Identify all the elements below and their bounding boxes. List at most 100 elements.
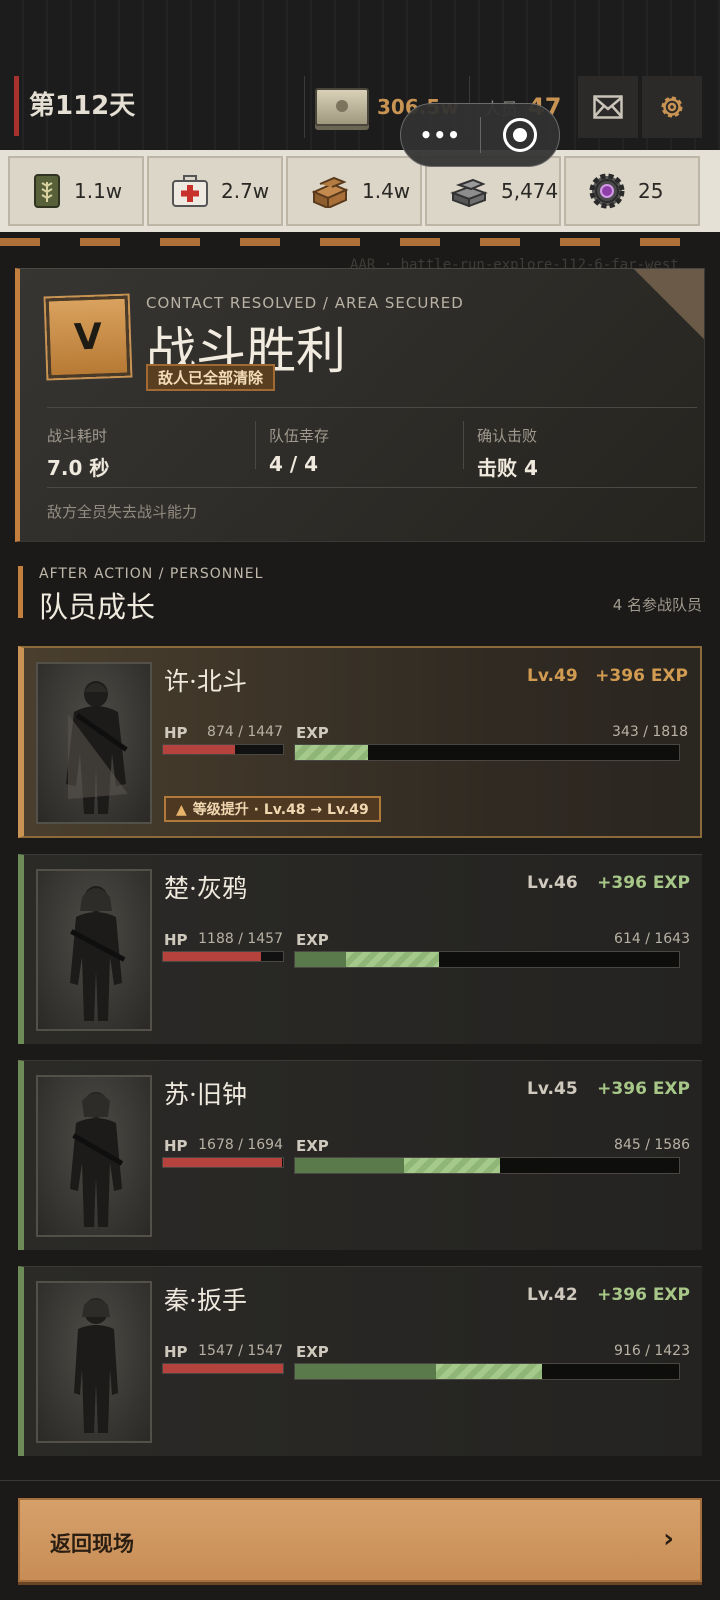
settings-button[interactable] <box>642 76 702 138</box>
wood-planks-icon <box>311 176 349 208</box>
character-name: 许·北斗 <box>164 667 247 696</box>
character-name: 秦·扳手 <box>164 1286 247 1315</box>
hp-value: 1547 / 1547 <box>198 1343 283 1359</box>
more-button[interactable]: ••• <box>401 123 480 147</box>
hp-fill <box>163 1158 282 1167</box>
hp-bar <box>162 1363 284 1374</box>
exp-value: 916 / 1423 <box>614 1343 690 1359</box>
dash-divider <box>0 238 720 246</box>
mini-program-capsule: ••• <box>400 103 560 167</box>
stat-label: 战斗耗时 <box>47 427 108 445</box>
gear-icon <box>661 96 683 118</box>
character-portrait <box>36 662 152 824</box>
grain-can-icon <box>34 174 60 208</box>
resource-medicine-value: 2.7w <box>221 179 270 203</box>
exp-fill <box>295 745 368 760</box>
resource-food[interactable]: 1.1w <box>8 156 144 226</box>
resource-core[interactable]: 25 <box>564 156 700 226</box>
exp-fill <box>295 1364 543 1379</box>
exp-label: EXP <box>296 1137 329 1155</box>
exp-value: 614 / 1643 <box>614 931 690 947</box>
character-portrait <box>36 1281 152 1443</box>
exp-label: EXP <box>296 1343 329 1361</box>
exp-value: 343 / 1818 <box>612 724 688 740</box>
panel-corner-decoration <box>634 269 704 339</box>
resource-wood[interactable]: 1.4w <box>286 156 422 226</box>
exp-gain-segment <box>403 1158 500 1173</box>
exp-value: 845 / 1586 <box>614 1137 690 1153</box>
victory-tag: 敌人已全部清除 <box>146 364 276 391</box>
mail-icon <box>593 95 623 119</box>
victory-panel: V CONTACT RESOLVED / AREA SECURED 战斗胜利 敌… <box>15 268 705 542</box>
exp-gain-segment <box>435 1364 543 1379</box>
top-bar: 第112天 306.5w 人员 47 <box>0 0 720 150</box>
hp-bar <box>162 1157 284 1168</box>
mail-button[interactable] <box>578 76 638 138</box>
character-name: 苏·旧钟 <box>164 1080 247 1109</box>
level-up-arrow-icon: ▲ <box>176 802 187 818</box>
stat-kills: 确认击败 击败 4 <box>477 425 538 481</box>
exp-gain: +396 EXP <box>597 1079 690 1099</box>
stat-separator <box>463 421 464 469</box>
exp-bar <box>294 951 680 968</box>
return-button[interactable]: 返回现场 › <box>18 1498 702 1582</box>
section-title: 队员成长 <box>39 590 156 624</box>
character-level: Lv.46 <box>527 873 578 893</box>
level-up-text: 等级提升 · Lv.48 → Lv.49 <box>192 802 369 818</box>
exp-gain: +396 EXP <box>595 666 688 686</box>
exp-gain: +396 EXP <box>597 873 690 893</box>
squad-card[interactable]: 苏·旧钟 Lv.45 +396 EXP HP 1678 / 1694 EXP 8… <box>18 1060 702 1250</box>
victory-subtitle: CONTACT RESOLVED / AREA SECURED <box>146 294 464 312</box>
character-level: Lv.45 <box>527 1079 578 1099</box>
stat-separator <box>255 421 256 469</box>
level-up-banner: ▲ 等级提升 · Lv.48 → Lv.49 <box>164 796 381 822</box>
stat-label: 确认击败 <box>477 427 538 445</box>
stat-value: 击败 4 <box>477 456 538 480</box>
squad-count: 4 名参战队员 <box>612 596 702 614</box>
hp-bar <box>162 951 284 962</box>
exp-bar <box>294 1157 680 1174</box>
return-label: 返回现场 <box>50 1532 134 1556</box>
resource-wood-value: 1.4w <box>362 179 411 203</box>
cash-stack-icon <box>315 88 369 126</box>
stat-value: 7.0 秒 <box>47 456 110 480</box>
exp-gain-segment <box>295 745 368 760</box>
footer-divider <box>0 1480 720 1481</box>
hp-fill <box>163 952 261 961</box>
resource-core-value: 25 <box>638 179 664 203</box>
stats-divider-bottom <box>47 487 697 488</box>
character-portrait <box>36 869 152 1031</box>
exp-fill <box>295 1158 500 1173</box>
squad-card[interactable]: 楚·灰鸦 Lv.46 +396 EXP HP 1188 / 1457 EXP 6… <box>18 854 702 1044</box>
hp-value: 1188 / 1457 <box>198 931 283 947</box>
stat-survivors: 队伍幸存 4 / 4 <box>269 425 329 476</box>
day-counter: 第112天 <box>14 76 135 136</box>
exp-bar <box>294 744 680 761</box>
resource-medicine[interactable]: 2.7w <box>147 156 283 226</box>
record-circle-icon <box>502 118 537 152</box>
squad-card[interactable]: 秦·扳手 Lv.42 +396 EXP HP 1547 / 1547 EXP 9… <box>18 1266 702 1456</box>
gear-core-icon <box>589 173 625 209</box>
chevron-right-icon: › <box>663 1524 674 1554</box>
stat-label: 队伍幸存 <box>269 427 330 445</box>
hp-value: 874 / 1447 <box>207 724 283 740</box>
exp-bar <box>294 1363 680 1380</box>
steel-ingots-icon <box>450 178 488 207</box>
character-level: Lv.49 <box>527 666 578 686</box>
hp-bar <box>162 744 284 755</box>
resource-strip: 1.1w 2.7w 1.4w 5,474 25 <box>0 150 720 232</box>
exp-fill <box>295 952 439 967</box>
hp-value: 1678 / 1694 <box>198 1137 283 1153</box>
close-button[interactable] <box>481 118 560 152</box>
exp-label: EXP <box>296 724 329 742</box>
character-portrait <box>36 1075 152 1237</box>
stat-value: 4 / 4 <box>269 452 319 476</box>
resource-food-value: 1.1w <box>74 179 123 203</box>
character-level: Lv.42 <box>527 1285 578 1305</box>
section-subtitle: AFTER ACTION / PERSONNEL <box>39 566 264 582</box>
victory-note: 敌方全员失去战斗能力 <box>47 503 198 521</box>
victory-badge: V <box>45 295 131 379</box>
squad-card[interactable]: 许·北斗 Lv.49 +396 EXP HP 874 / 1447 EXP 34… <box>18 646 702 838</box>
character-name: 楚·灰鸦 <box>164 874 247 903</box>
resource-steel-value: 5,474 <box>501 179 559 203</box>
